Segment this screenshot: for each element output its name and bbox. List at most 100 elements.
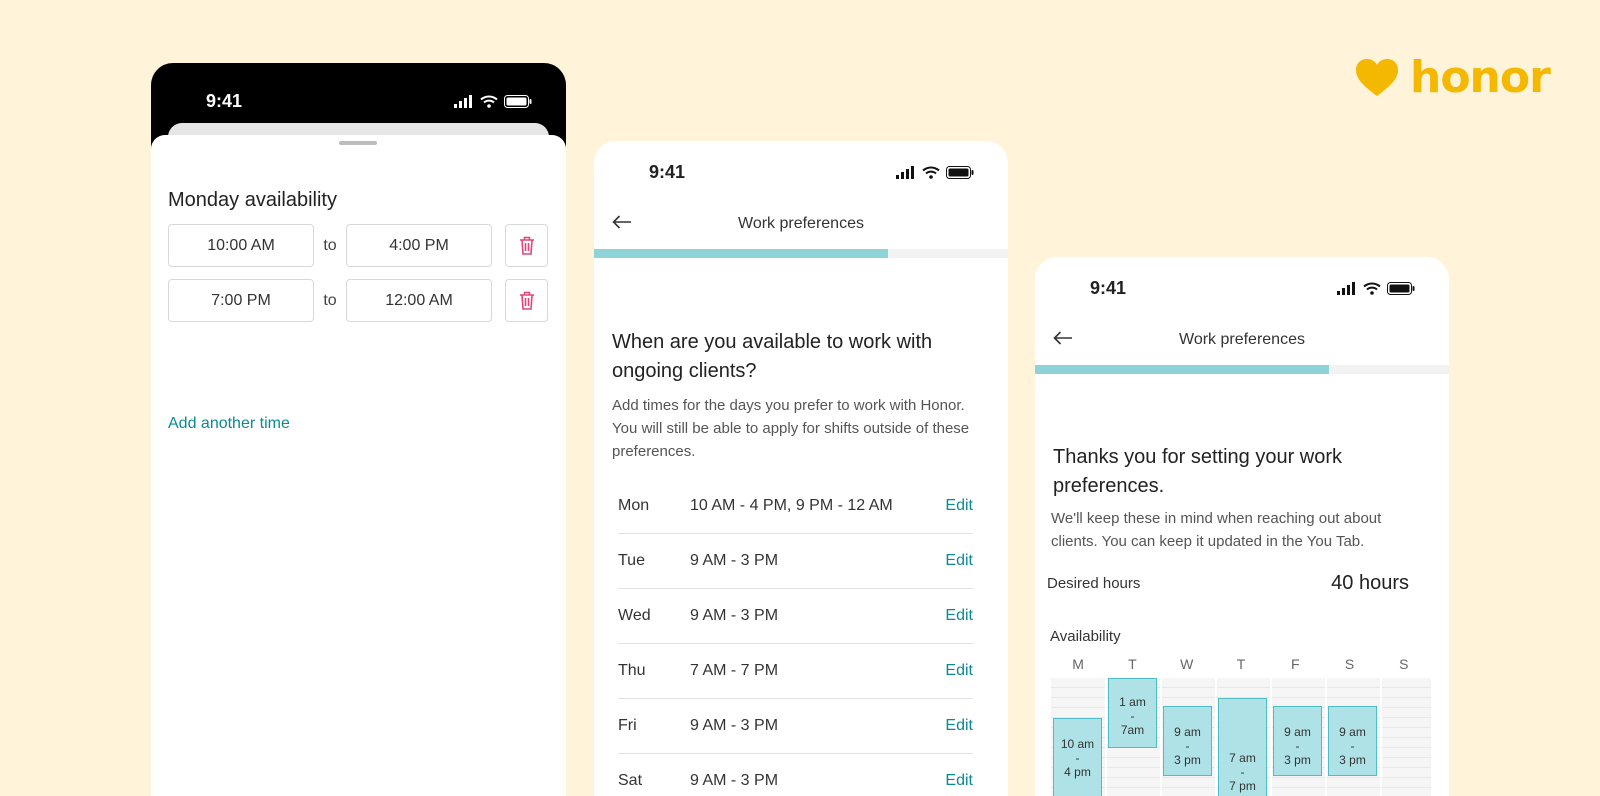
edit-link[interactable]: Edit	[945, 662, 973, 680]
block-time-label: -	[1130, 709, 1135, 723]
desired-hours-label: Desired hours	[1047, 575, 1141, 592]
availability-block[interactable]: 9 am -3 pm	[1163, 706, 1212, 776]
block-time-label: 3 pm	[1339, 753, 1366, 767]
column-divider	[1160, 678, 1162, 796]
block-time-label: -	[1185, 739, 1190, 753]
block-time-label: -	[1350, 739, 1355, 753]
day-name: Fri	[618, 717, 637, 734]
day-hours: 7 AM - 7 PM	[690, 662, 779, 679]
add-another-time-link[interactable]: Add another time	[168, 415, 290, 433]
time-range-row: 7:00 PM to 12:00 AM	[168, 279, 548, 322]
weekday-label: S	[1344, 656, 1355, 672]
back-arrow-icon[interactable]	[1053, 331, 1073, 345]
block-time-label: 9 am	[1174, 725, 1201, 739]
day-row: Mon 10 AM - 4 PM, 9 PM - 12 AM Edit	[618, 479, 973, 534]
brand-logo: honor	[1356, 52, 1551, 103]
block-time-label: -	[1240, 765, 1245, 779]
availability-block[interactable]: 1 am -7am	[1108, 678, 1157, 748]
weekday-label: W	[1180, 656, 1194, 672]
phone-work-preferences: 9:41 Work preferences When are you avail…	[594, 141, 1008, 796]
weekday-label: T	[1236, 656, 1246, 672]
delete-button[interactable]	[505, 279, 548, 322]
edit-link[interactable]: Edit	[945, 607, 973, 625]
desired-hours-value: 40 hours	[1331, 572, 1409, 594]
signal-icon	[1337, 281, 1355, 295]
status-bar: 9:41	[1035, 271, 1449, 305]
progress-bar	[1035, 365, 1449, 374]
day-name: Thu	[618, 662, 646, 679]
edit-link[interactable]: Edit	[945, 717, 973, 735]
trash-icon	[519, 236, 534, 255]
column-divider	[1380, 678, 1382, 796]
edit-link[interactable]: Edit	[945, 497, 973, 515]
wifi-icon	[1363, 282, 1381, 295]
block-time-label: 3 pm	[1284, 753, 1311, 767]
day-name: Wed	[618, 607, 651, 624]
question-description: Add times for the days you prefer to wor…	[612, 397, 970, 460]
thanks-title: Thanks you for setting your work prefere…	[1053, 446, 1343, 497]
block-time-label: 9 am	[1339, 725, 1366, 739]
nav-bar: Work preferences	[594, 199, 1008, 249]
delete-button[interactable]	[505, 224, 548, 267]
phone-availability-sheet: 9:41 Monday availability 10:00 AM to 4:0…	[151, 63, 566, 796]
block-time-label: 3 pm	[1174, 753, 1201, 767]
sheet-grabber[interactable]	[339, 141, 377, 145]
thanks-description: We'll keep these in mind when reaching o…	[1051, 510, 1382, 550]
day-row: Tue 9 AM - 3 PM Edit	[618, 534, 973, 589]
block-time-label: 10 am	[1060, 737, 1095, 751]
sheet-title: Monday availability	[168, 189, 337, 211]
wifi-icon	[480, 95, 498, 108]
availability-calendar: MTWTFSS 10 am -4 pm 1 am -7am 9 am -3 pm 7 am -…	[1051, 656, 1431, 796]
start-time-field[interactable]: 10:00 AM	[168, 224, 314, 267]
calendar-grid: 10 am -4 pm 1 am -7am 9 am -3 pm 7 am -7 pm 9 am…	[1051, 678, 1431, 796]
trash-icon	[519, 291, 534, 310]
calendar-header: MTWTFSS	[1051, 656, 1431, 672]
day-hours: 9 AM - 3 PM	[690, 607, 779, 624]
question-title: When are you available to work with ongo…	[612, 331, 933, 382]
to-label: to	[323, 236, 337, 254]
column-divider	[1270, 678, 1272, 796]
nav-title: Work preferences	[1179, 331, 1305, 348]
battery-icon	[946, 165, 974, 179]
end-time-field[interactable]: 4:00 PM	[346, 224, 492, 267]
day-hours: 9 AM - 3 PM	[690, 552, 779, 569]
nav-bar: Work preferences	[1035, 315, 1449, 365]
bottom-sheet: Monday availability 10:00 AM to 4:00 PM …	[151, 135, 566, 796]
availability-block[interactable]: 9 am -3 pm	[1328, 706, 1377, 776]
day-row: Wed 9 AM - 3 PM Edit	[618, 589, 973, 644]
block-time-label: 9 am	[1284, 725, 1311, 739]
day-row: Sat 9 AM - 3 PM Edit	[618, 754, 973, 796]
availability-block[interactable]: 7 am -7 pm	[1218, 698, 1267, 796]
availability-block[interactable]: 9 am -3 pm	[1273, 706, 1322, 776]
status-bar: 9:41	[151, 63, 566, 123]
availability-block[interactable]: 10 am -4 pm	[1053, 718, 1102, 796]
day-row: Fri 9 AM - 3 PM Edit	[618, 699, 973, 754]
weekday-label: T	[1128, 656, 1137, 672]
end-time-field[interactable]: 12:00 AM	[346, 279, 492, 322]
status-time: 9:41	[206, 91, 243, 111]
weekday-label: F	[1290, 656, 1300, 672]
heart-icon	[1356, 59, 1398, 96]
day-hours: 10 AM - 4 PM, 9 PM - 12 AM	[690, 497, 893, 514]
back-arrow-icon[interactable]	[612, 215, 632, 229]
block-time-label: 7am	[1120, 723, 1145, 737]
start-time-field[interactable]: 7:00 PM	[168, 279, 314, 322]
status-time: 9:41	[1090, 277, 1127, 298]
status-time: 9:41	[649, 161, 686, 182]
brand-name: honor	[1410, 52, 1551, 103]
block-time-label: 7 pm	[1229, 779, 1256, 793]
block-time-label: 4 pm	[1064, 765, 1091, 779]
progress-fill	[1035, 365, 1329, 374]
progress-bar	[594, 249, 1008, 258]
block-time-label: 7 am	[1229, 751, 1256, 765]
column-divider	[1325, 678, 1327, 796]
weekday-label: M	[1072, 656, 1084, 672]
day-name: Tue	[618, 552, 645, 569]
column-divider	[1105, 678, 1107, 796]
block-time-label: -	[1075, 751, 1080, 765]
edit-link[interactable]: Edit	[945, 552, 973, 570]
to-label: to	[323, 291, 337, 309]
day-row: Thu 7 AM - 7 PM Edit	[618, 644, 973, 699]
edit-link[interactable]: Edit	[945, 772, 973, 790]
day-hours: 9 AM - 3 PM	[690, 772, 779, 789]
